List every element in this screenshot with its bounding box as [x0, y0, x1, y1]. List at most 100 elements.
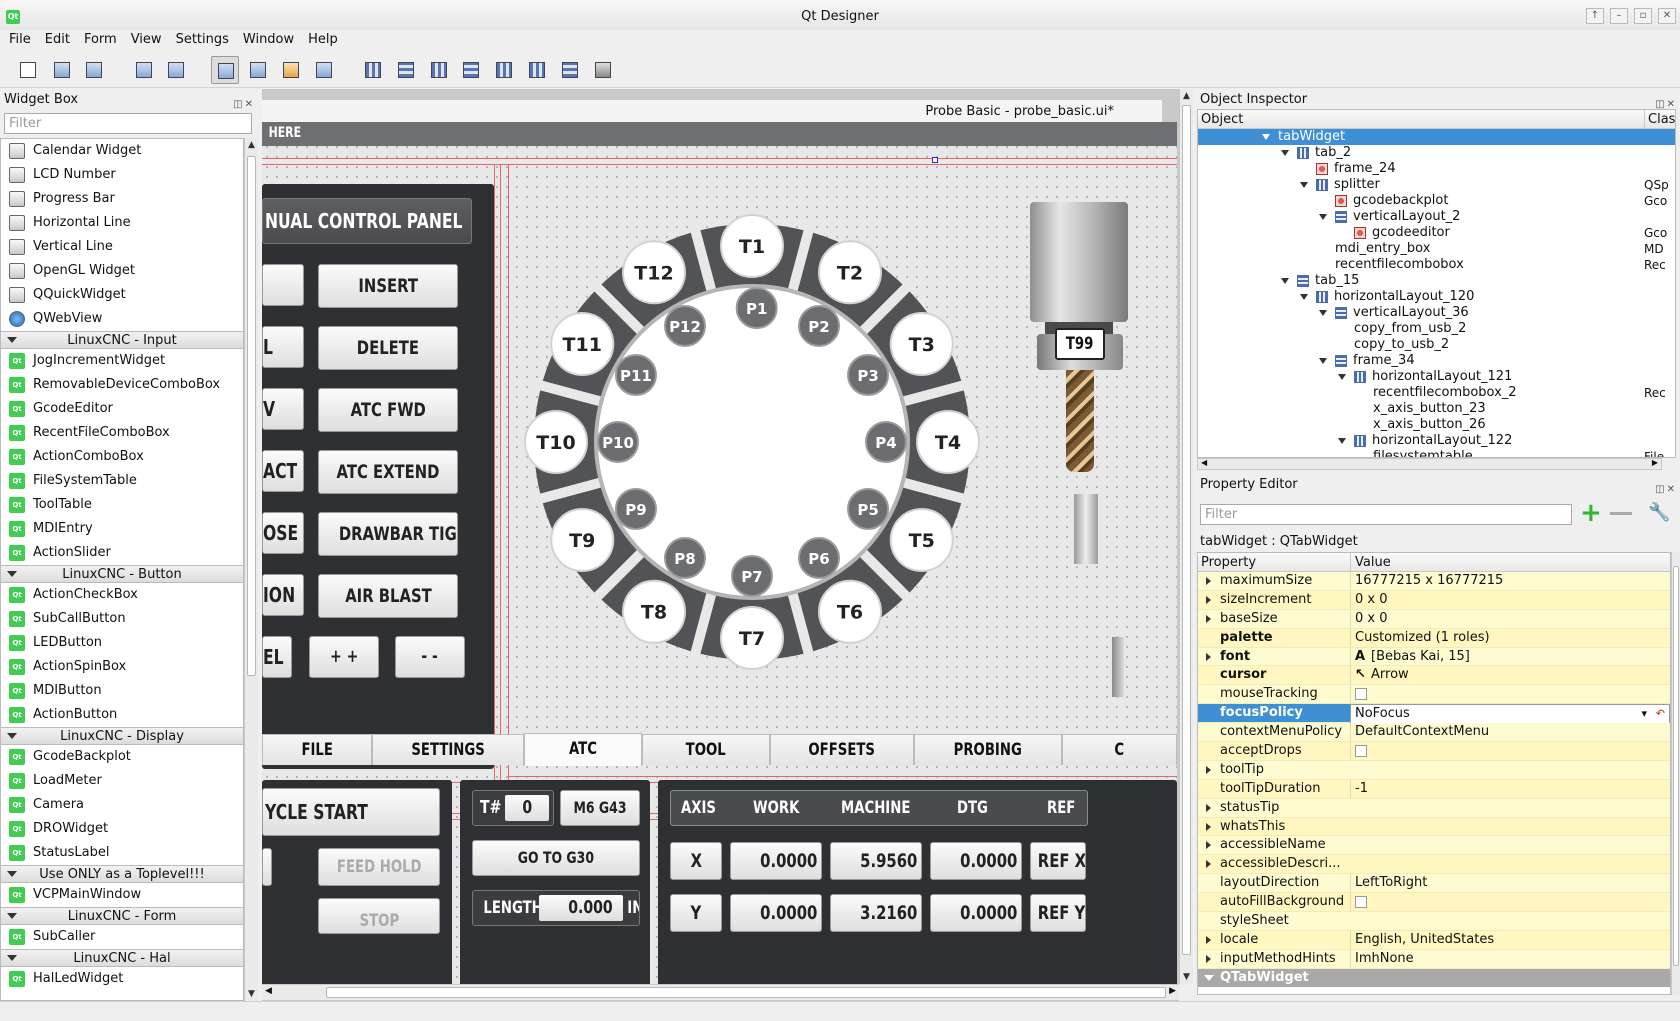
pocket-position-p12[interactable]: P12	[664, 304, 706, 347]
menu-form[interactable]: Form	[75, 30, 122, 47]
cycle-left-button[interactable]	[262, 848, 272, 886]
manual-left-button[interactable]: ION	[262, 574, 304, 616]
property-value[interactable]: 0 x 0	[1350, 590, 1670, 609]
tool-number-input[interactable]: 0	[505, 795, 549, 821]
menu-window[interactable]: Window	[234, 30, 299, 47]
add-dynamic-property-icon[interactable]: +	[1580, 500, 1604, 526]
edit-signals-button[interactable]	[244, 56, 272, 84]
atc-air-blast-button[interactable]: AIR BLAST	[318, 574, 458, 618]
widget-box-item[interactable]: QQuickWidget	[1, 283, 243, 307]
tab-probing[interactable]: PROBING	[914, 734, 1062, 765]
widget-box-item[interactable]: Qt GcodeBackplot	[1, 745, 243, 769]
property-row-contextmenupolicy[interactable]: contextMenuPolicy DefaultContextMenu	[1198, 723, 1670, 743]
column-object[interactable]: Object	[1201, 112, 1243, 127]
pocket-position-p10[interactable]: P10	[597, 421, 639, 463]
property-row-tooltip[interactable]: toolTip	[1198, 760, 1670, 780]
bring-to-front-button[interactable]	[162, 56, 190, 84]
object-tree-row[interactable]: tabWidget	[1198, 129, 1675, 145]
widget-category-header[interactable]: LinuxCNC - Button	[1, 565, 243, 583]
tab-atc[interactable]: ATC	[524, 733, 642, 766]
property-checkbox[interactable]	[1355, 745, 1367, 758]
widget-box-item[interactable]: Qt HalLedWidget	[1, 967, 243, 991]
property-scrollbar[interactable]	[1671, 552, 1680, 995]
dock-float-close-icon[interactable]: ◫✕	[1655, 479, 1677, 500]
minimize-button[interactable]: –	[1610, 8, 1628, 24]
menu-edit[interactable]: Edit	[36, 30, 75, 47]
property-value[interactable]: NoFocus ▾ ↶	[1350, 704, 1670, 725]
menu-file[interactable]: File	[0, 30, 36, 47]
maximize-button[interactable]: ▫	[1634, 8, 1652, 24]
expand-arrow-icon[interactable]	[1206, 841, 1211, 850]
save-form-button[interactable]	[80, 56, 108, 84]
property-row-font[interactable]: font A [Bebas Kai, 15]	[1198, 647, 1670, 667]
widget-category-header[interactable]: Use ONLY as a Toplevel!!!	[1, 865, 243, 883]
tool-pocket-t10[interactable]: T10	[524, 410, 588, 474]
expand-arrow-icon[interactable]	[1300, 294, 1308, 300]
form-canvas[interactable]: HERE NUAL CONTROL PANEL + + - - T1 T2 T3 T4…	[262, 122, 1177, 984]
expand-arrow-icon[interactable]	[1338, 438, 1346, 444]
property-row-tooltipduration[interactable]: toolTipDuration -1	[1198, 779, 1670, 799]
layout-grid-button[interactable]	[523, 56, 551, 84]
tool-pocket-t4[interactable]: T4	[916, 410, 980, 474]
object-tree-row[interactable]: verticalLayout_36	[1198, 305, 1675, 321]
manual-left-button[interactable]: L	[262, 326, 304, 368]
property-filter-input[interactable]: Filter	[1200, 504, 1572, 525]
go-to-g30-button[interactable]: GO TO G30	[472, 840, 640, 876]
widget-box-item[interactable]: Qt LEDButton	[1, 631, 243, 655]
edit-tab-order-button[interactable]	[310, 56, 338, 84]
object-tree-row[interactable]: horizontalLayout_122	[1198, 433, 1675, 449]
property-row-whatsthis[interactable]: whatsThis	[1198, 817, 1670, 837]
expand-arrow-icon[interactable]	[1281, 278, 1289, 284]
menu-help[interactable]: Help	[299, 30, 343, 47]
object-tree-row[interactable]: copy_to_usb_2	[1198, 337, 1675, 353]
menu-settings[interactable]: Settings	[167, 30, 234, 47]
widget-box-item[interactable]: Qt JogIncrementWidget	[1, 349, 243, 373]
pocket-position-p4[interactable]: P4	[865, 421, 907, 463]
widget-category-header[interactable]: LinuxCNC - Display	[1, 727, 243, 745]
widget-box-item[interactable]: Calendar Widget	[1, 139, 243, 163]
object-tree-row[interactable]: gcodebackplot Gco	[1198, 193, 1675, 209]
expand-arrow-icon[interactable]	[1206, 935, 1211, 944]
object-tree-row[interactable]: tab_15	[1198, 273, 1675, 289]
close-button[interactable]: ✕	[1658, 8, 1676, 24]
atc-insert-button[interactable]: INSERT	[318, 264, 458, 308]
property-value[interactable]: LeftToRight	[1350, 874, 1670, 893]
increment-down-button[interactable]: - -	[395, 636, 465, 678]
widget-box-item[interactable]: Horizontal Line	[1, 211, 243, 235]
object-tree-row[interactable]: mdi_entry_box MD	[1198, 241, 1675, 257]
widget-box-item[interactable]: Qt ActionCheckBox	[1, 583, 243, 607]
property-row-basesize[interactable]: baseSize 0 x 0	[1198, 609, 1670, 629]
pocket-position-p3[interactable]: P3	[847, 354, 890, 396]
widget-box-item[interactable]: Qt ActionSlider	[1, 541, 243, 565]
expand-arrow-icon[interactable]	[1206, 652, 1211, 661]
object-tree-row[interactable]: horizontalLayout_121	[1198, 369, 1675, 385]
tool-pocket-t1[interactable]: T1	[720, 214, 784, 278]
property-value[interactable]: -1	[1350, 779, 1670, 798]
scrollbar-thumb[interactable]	[1182, 105, 1191, 955]
tool-pocket-t2[interactable]: T2	[818, 240, 882, 305]
object-tree-row[interactable]: x_axis_button_23	[1198, 401, 1675, 417]
cycle-start-button[interactable]: YCLE START	[262, 788, 440, 836]
expand-arrow-icon[interactable]	[1338, 374, 1346, 380]
expand-arrow-icon[interactable]	[1206, 954, 1211, 963]
tool-pocket-t9[interactable]: T9	[550, 508, 615, 572]
remove-dynamic-property-icon[interactable]	[1610, 512, 1632, 515]
send-to-back-button[interactable]	[130, 56, 158, 84]
layout-horizontal-button[interactable]	[359, 56, 387, 84]
widget-box-item[interactable]: Qt MDIButton	[1, 679, 243, 703]
scroll-up-icon[interactable]: ▲	[248, 140, 255, 150]
widget-category-header[interactable]: LinuxCNC - Input	[1, 331, 243, 349]
widget-box-item[interactable]: QWebView	[1, 307, 243, 331]
manual-left-button[interactable]: ACT	[262, 450, 304, 492]
m6-g43-button[interactable]: M6 G43	[560, 790, 640, 826]
tab-tool[interactable]: TOOL	[642, 734, 770, 765]
widget-box-item[interactable]: Progress Bar	[1, 187, 243, 211]
object-tree-row[interactable]: x_axis_button_26	[1198, 417, 1675, 433]
object-tree-row[interactable]: verticalLayout_2	[1198, 209, 1675, 225]
widget-box-item[interactable]: Qt VCPMainWindow	[1, 883, 243, 907]
widget-box-item[interactable]: Qt RemovableDeviceComboBox	[1, 373, 243, 397]
property-section-qtabwidget[interactable]: QTabWidget	[1198, 968, 1670, 987]
tool-pocket-t5[interactable]: T5	[889, 508, 954, 572]
tab-file[interactable]: FILE	[262, 734, 372, 765]
widget-box-item[interactable]: Qt FileSystemTable	[1, 469, 243, 493]
